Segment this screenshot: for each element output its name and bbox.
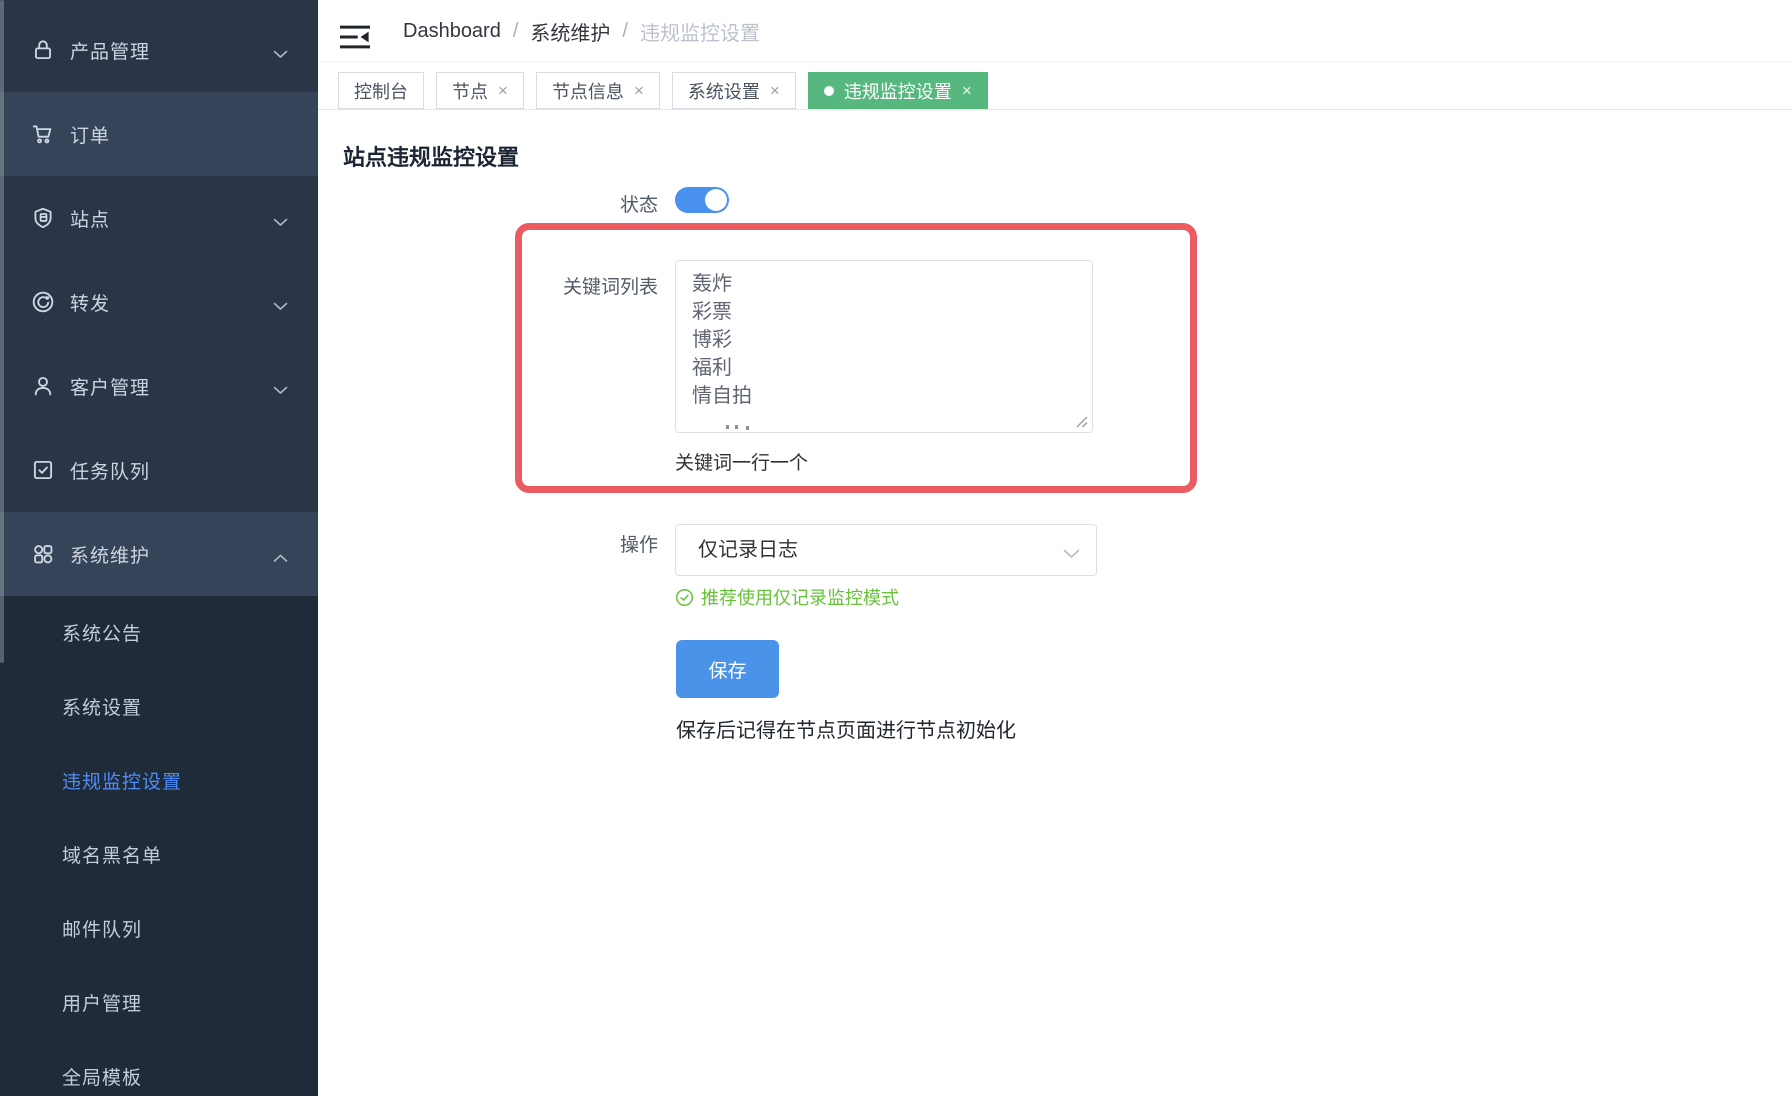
tab-label: 控制台	[354, 78, 408, 104]
action-select[interactable]: 仅记录日志	[675, 524, 1097, 576]
sidebar-item-0[interactable]: 产品管理	[0, 8, 318, 92]
chevron-up-icon	[273, 550, 288, 559]
chevron-down-icon	[273, 46, 288, 55]
chevron-down-icon	[273, 382, 288, 391]
submenu-item-0[interactable]: 系统公告	[0, 598, 318, 672]
keyword-line: 轰炸	[692, 270, 1076, 298]
tab-label: 违规监控设置	[844, 78, 952, 104]
circle-check-icon	[675, 588, 694, 607]
sidebar-item-label: 站点	[70, 205, 110, 232]
sidebar-item-2[interactable]: 站点	[0, 176, 318, 260]
close-icon[interactable]: ×	[962, 82, 972, 99]
sidebar-submenu: 系统公告系统设置违规监控设置域名黑名单邮件队列用户管理全局模板	[0, 596, 318, 1096]
header: Dashboard / 系统维护 / 违规监控设置	[318, 0, 1792, 62]
keywords-textarea[interactable]: 轰炸彩票博彩福利情自拍	[675, 260, 1093, 433]
sidebar-menu: 产品管理订单站点转发客户管理任务队列系统维护	[0, 0, 318, 596]
tab-label: 系统设置	[688, 78, 760, 104]
breadcrumb-separator: /	[513, 20, 519, 43]
sidebar-item-label: 客户管理	[70, 373, 150, 400]
breadcrumb-current: 违规监控设置	[640, 17, 760, 46]
active-tab-dot	[824, 86, 834, 96]
submenu-item-4[interactable]: 邮件队列	[0, 894, 318, 968]
sidebar-item-5[interactable]: 任务队列	[0, 428, 318, 512]
sidebar-item-label: 系统维护	[70, 541, 150, 568]
user-icon	[30, 373, 56, 399]
tag-view-tab-1[interactable]: 节点 ×	[436, 72, 524, 109]
chevron-down-icon	[273, 214, 288, 223]
toggle-knob	[705, 189, 727, 211]
breadcrumb-separator: /	[622, 20, 628, 43]
sidebar: 产品管理订单站点转发客户管理任务队列系统维护 系统公告系统设置违规监控设置域名黑…	[0, 0, 318, 1096]
action-select-value: 仅记录日志	[698, 525, 798, 575]
tag-view-tab-2[interactable]: 节点信息 ×	[536, 72, 660, 109]
sidebar-item-1[interactable]: 订单	[0, 92, 318, 176]
sidebar-item-label: 转发	[70, 289, 110, 316]
keywords-label: 关键词列表	[345, 272, 658, 299]
chevron-down-icon	[1063, 546, 1080, 556]
keyword-line: 福利	[692, 354, 1076, 382]
sidebar-scrollbar[interactable]	[0, 0, 4, 663]
app-root: 产品管理订单站点转发客户管理任务队列系统维护 系统公告系统设置违规监控设置域名黑…	[0, 0, 1792, 1096]
lock-icon	[30, 37, 56, 63]
action-label: 操作	[345, 530, 658, 557]
sidebar-item-label: 任务队列	[70, 457, 150, 484]
action-hint-text: 推荐使用仅记录监控模式	[701, 584, 899, 610]
tag-view-tab-4[interactable]: 违规监控设置 ×	[808, 72, 988, 109]
grid-icon	[30, 541, 56, 567]
breadcrumb-dashboard[interactable]: Dashboard	[403, 20, 501, 43]
sidebar-item-6[interactable]: 系统维护	[0, 512, 318, 596]
textarea-resize-handle[interactable]	[1075, 415, 1089, 429]
action-hint: 推荐使用仅记录监控模式	[675, 584, 899, 610]
sidebar-item-label: 订单	[70, 121, 110, 148]
close-icon[interactable]: ×	[770, 82, 780, 99]
breadcrumb: Dashboard / 系统维护 / 违规监控设置	[403, 0, 760, 62]
tab-label: 节点信息	[552, 78, 624, 104]
tags-view-bar: 控制台 节点 × 节点信息 × 系统设置 × 违规监控设置 ×	[318, 62, 1792, 110]
sidebar-item-4[interactable]: 客户管理	[0, 344, 318, 428]
keywords-hint: 关键词一行一个	[675, 448, 808, 475]
tab-label: 节点	[452, 78, 488, 104]
save-note: 保存后记得在节点页面进行节点初始化	[676, 714, 1016, 743]
breadcrumb-section[interactable]: 系统维护	[530, 17, 610, 46]
submenu-item-1[interactable]: 系统设置	[0, 672, 318, 746]
submenu-item-2[interactable]: 违规监控设置	[0, 746, 318, 820]
keyword-line: 彩票	[692, 298, 1076, 326]
status-toggle[interactable]	[675, 187, 729, 213]
close-icon[interactable]: ×	[498, 82, 508, 99]
cart-icon	[30, 121, 56, 147]
page-title: 站点违规监控设置	[343, 140, 519, 172]
shield-icon	[30, 205, 56, 231]
save-button[interactable]: 保存	[676, 640, 779, 698]
submenu-item-3[interactable]: 域名黑名单	[0, 820, 318, 894]
sidebar-item-3[interactable]: 转发	[0, 260, 318, 344]
clipped-line-artifact	[726, 425, 729, 429]
keyword-line: 情自拍	[692, 382, 1076, 410]
forward-icon	[30, 289, 56, 315]
tag-view-tab-3[interactable]: 系统设置 ×	[672, 72, 796, 109]
submenu-item-6[interactable]: 全局模板	[0, 1042, 318, 1096]
chevron-down-icon	[273, 298, 288, 307]
menu-fold-icon[interactable]	[340, 24, 370, 50]
close-icon[interactable]: ×	[634, 82, 644, 99]
submenu-item-5[interactable]: 用户管理	[0, 968, 318, 1042]
main-content: 站点违规监控设置 状态 关键词列表 轰炸彩票博彩福利情自拍 关键词一行一个 操作…	[318, 110, 1792, 1096]
tag-view-tab-0[interactable]: 控制台	[338, 72, 424, 109]
keyword-line: 博彩	[692, 326, 1076, 354]
sidebar-item-label: 产品管理	[70, 37, 150, 64]
status-label: 状态	[345, 190, 658, 217]
task-icon	[30, 457, 56, 483]
